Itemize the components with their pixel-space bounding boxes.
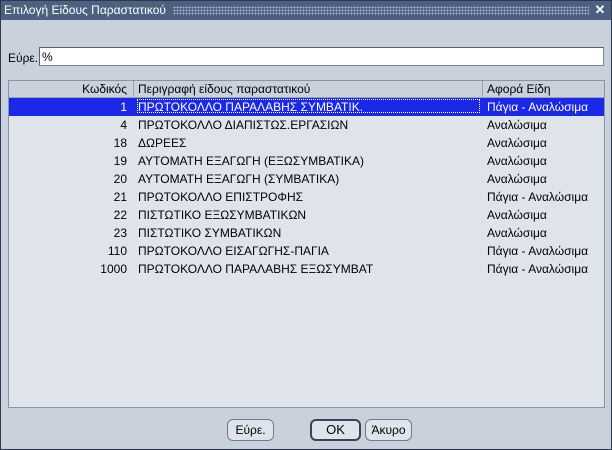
- row-description: ΔΩΡΕΕΣ: [138, 136, 187, 150]
- row-type: Αναλώσιμα: [487, 118, 547, 132]
- list-row[interactable]: 1 ΠΡΩΤΟΚΟΛΛΟ ΠΑΡΑΛΑΒΗΣ ΣΥΜΒΑΤΙΚ. Πάγια - Α…: [9, 98, 604, 116]
- row-code: 21: [113, 190, 127, 204]
- list-row[interactable]: 1000 ΠΡΩΤΟΚΟΛΛΟ ΠΑΡΑΛΑΒΗΣ ΕΞΩΣΥΜΒΑΤ Πάγια …: [9, 260, 604, 278]
- column-header-description[interactable]: Περιγραφή είδους παραστατικού: [138, 82, 310, 97]
- column-divider: [133, 81, 134, 97]
- title-bar[interactable]: Επιλογή Είδους Παραστατικού ✕: [1, 1, 611, 20]
- list-row[interactable]: 20 ΑΥΤΟΜΑΤΗ ΕΞΑΓΩΓΗ (ΣΥΜΒΑΤΙΚΑ) Αναλώσιμα: [9, 170, 604, 188]
- list-rows: 1 ΠΡΩΤΟΚΟΛΛΟ ΠΑΡΑΛΑΒΗΣ ΣΥΜΒΑΤΙΚ. Πάγια - Α…: [9, 98, 604, 278]
- row-type: Αναλώσιμα: [487, 154, 547, 168]
- list-row[interactable]: 19 ΑΥΤΟΜΑΤΗ ΕΞΑΓΩΓΗ (ΕΞΩΣΥΜΒΑΤΙΚΑ) Αναλώσι…: [9, 152, 604, 170]
- row-type: Αναλώσιμα: [487, 136, 547, 150]
- row-code: 4: [120, 118, 127, 132]
- column-divider: [482, 81, 483, 97]
- column-header-type[interactable]: Αφορά Είδη: [487, 82, 551, 97]
- title-bar-grip: [173, 6, 589, 15]
- list-row[interactable]: 23 ΠΙΣΤΩΤΙΚΟ ΣΥΜΒΑΤΙΚΩΝ Αναλώσιμα: [9, 224, 604, 242]
- row-code: 19: [113, 154, 127, 168]
- row-description: ΑΥΤΟΜΑΤΗ ΕΞΑΓΩΓΗ (ΣΥΜΒΑΤΙΚΑ): [138, 172, 340, 186]
- row-type: Πάγια - Αναλώσιμα: [487, 262, 589, 276]
- row-description: ΑΥΤΟΜΑΤΗ ΕΞΑΓΩΓΗ (ΕΞΩΣΥΜΒΑΤΙΚΑ): [138, 154, 364, 168]
- list-of-values-dialog: Επιλογή Είδους Παραστατικού ✕ Εύρε. Κωδι…: [0, 0, 612, 450]
- find-button[interactable]: Εύρε.: [227, 419, 274, 441]
- column-header-code[interactable]: Κωδικός: [9, 82, 127, 97]
- list-row[interactable]: 110 ΠΡΩΤΟΚΟΛΛΟ ΕΙΣΑΓΩΓΗΣ-ΠΑΓΙΑ Πάγια - Ανα…: [9, 242, 604, 260]
- row-code: 1000: [100, 262, 127, 276]
- row-type: Πάγια - Αναλώσιμα: [487, 244, 589, 258]
- list-row[interactable]: 18 ΔΩΡΕΕΣ Αναλώσιμα: [9, 134, 604, 152]
- row-description: ΠΙΣΤΩΤΙΚΟ ΣΥΜΒΑΤΙΚΩΝ: [138, 226, 282, 240]
- row-type: Αναλώσιμα: [487, 172, 547, 186]
- close-icon[interactable]: ✕: [593, 3, 607, 17]
- list-row[interactable]: 21 ΠΡΩΤΟΚΟΛΛΟ ΕΠΙΣΤΡΟΦΗΣ Πάγια - Αναλώσιμα: [9, 188, 604, 206]
- row-description: ΠΡΩΤΟΚΟΛΛΟ ΠΑΡΑΛΑΒΗΣ ΕΞΩΣΥΜΒΑΤ: [138, 262, 374, 276]
- row-description: ΠΙΣΤΩΤΙΚΟ ΕΞΩΣΥΜΒΑΤΙΚΩΝ: [138, 208, 307, 222]
- row-description: ΠΡΩΤΟΚΟΛΛΟ ΠΑΡΑΛΑΒΗΣ ΣΥΜΒΑΤΙΚ.: [138, 100, 364, 114]
- row-type: Πάγια - Αναλώσιμα: [487, 190, 589, 204]
- find-input[interactable]: [39, 47, 604, 66]
- cancel-button[interactable]: Άκυρο: [365, 419, 412, 441]
- row-description: ΠΡΩΤΟΚΟΛΛΟ ΔΙΑΠΙΣΤΩΣ.ΕΡΓΑΣΙΩΝ: [138, 118, 349, 132]
- row-code: 18: [113, 136, 127, 150]
- row-type: Πάγια - Αναλώσιμα: [487, 100, 589, 114]
- list-row[interactable]: 22 ΠΙΣΤΩΤΙΚΟ ΕΞΩΣΥΜΒΑΤΙΚΩΝ Αναλώσιμα: [9, 206, 604, 224]
- row-code: 20: [113, 172, 127, 186]
- row-code: 1: [120, 100, 127, 114]
- row-type: Αναλώσιμα: [487, 226, 547, 240]
- row-code: 22: [113, 208, 127, 222]
- window-title: Επιλογή Είδους Παραστατικού: [4, 3, 166, 17]
- results-list[interactable]: Κωδικός Περιγραφή είδους παραστατικού Αφ…: [8, 80, 605, 408]
- row-description: ΠΡΩΤΟΚΟΛΛΟ ΕΙΣΑΓΩΓΗΣ-ΠΑΓΙΑ: [138, 244, 329, 258]
- list-header: Κωδικός Περιγραφή είδους παραστατικού Αφ…: [9, 81, 604, 98]
- list-row[interactable]: 4 ΠΡΩΤΟΚΟΛΛΟ ΔΙΑΠΙΣΤΩΣ.ΕΡΓΑΣΙΩΝ Αναλώσιμα: [9, 116, 604, 134]
- row-code: 110: [107, 244, 127, 258]
- ok-button[interactable]: OK: [310, 419, 361, 441]
- row-type: Αναλώσιμα: [487, 208, 547, 222]
- row-code: 23: [113, 226, 127, 240]
- row-description: ΠΡΩΤΟΚΟΛΛΟ ΕΠΙΣΤΡΟΦΗΣ: [138, 190, 304, 204]
- find-label: Εύρε.: [8, 51, 39, 65]
